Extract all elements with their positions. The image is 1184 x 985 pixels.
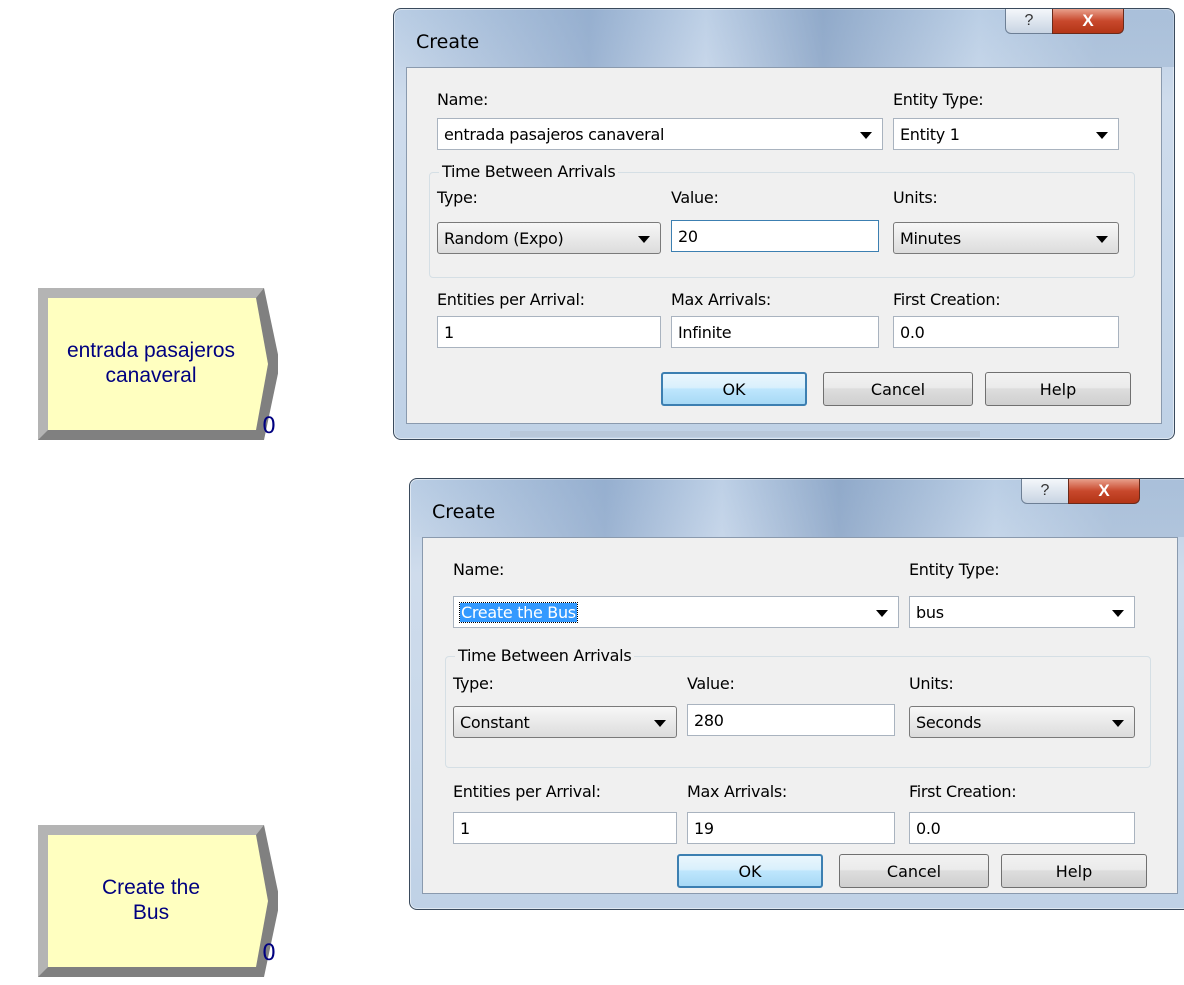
name-label: Name: (437, 90, 489, 109)
first-creation-input[interactable]: 0.0 (893, 316, 1119, 348)
dialog-body: Name: entrada pasajeros canaveral Entity… (406, 67, 1162, 424)
type-label: Type: (437, 188, 478, 207)
max-arrivals-input[interactable]: Infinite (671, 316, 879, 348)
entity-type-combo[interactable]: Entity 1 (893, 118, 1119, 150)
first-creation-label: First Creation: (909, 782, 1017, 801)
max-arrivals-label: Max Arrivals: (671, 290, 771, 309)
name-label: Name: (453, 560, 505, 579)
group-title: Time Between Arrivals (455, 646, 635, 665)
entity-type-label: Entity Type: (909, 560, 1000, 579)
value-label: Value: (671, 188, 719, 207)
entity-counter: 0 (262, 414, 276, 439)
group-title: Time Between Arrivals (439, 162, 619, 181)
cancel-button[interactable]: Cancel (823, 372, 973, 406)
max-arrivals-value: Infinite (678, 322, 732, 342)
max-arrivals-label: Max Arrivals: (687, 782, 787, 801)
create-module-block[interactable]: entrada pasajeros canaveral 0 (38, 288, 278, 448)
first-creation-value: 0.0 (916, 818, 941, 838)
entities-per-arrival-value: 1 (444, 322, 454, 342)
type-select[interactable]: Constant (453, 706, 677, 738)
name-combo[interactable]: entrada pasajeros canaveral (437, 118, 883, 150)
units-select[interactable]: Seconds (909, 706, 1135, 738)
block-label: Create the Bus (101, 876, 201, 924)
ok-button[interactable]: OK (661, 372, 807, 406)
name-combo[interactable]: Create the Bus (453, 596, 899, 628)
create-dialog: Create ? X Name: Create the Bus Entity T… (409, 478, 1184, 910)
help-icon[interactable]: ? (1021, 479, 1069, 504)
create-module-block[interactable]: Create the Bus 0 (38, 825, 278, 985)
entities-per-arrival-label: Entities per Arrival: (453, 782, 601, 801)
value-input[interactable]: 20 (671, 220, 879, 252)
first-creation-value: 0.0 (900, 322, 925, 342)
value-label: Value: (687, 674, 735, 693)
units-value: Seconds (916, 712, 982, 732)
background-window-edge (510, 431, 980, 437)
entities-per-arrival-input[interactable]: 1 (453, 812, 677, 844)
entity-type-label: Entity Type: (893, 90, 984, 109)
first-creation-label: First Creation: (893, 290, 1001, 309)
cancel-button[interactable]: Cancel (839, 854, 989, 888)
value-text: 280 (694, 710, 724, 730)
entity-type-combo[interactable]: bus (909, 596, 1135, 628)
name-value: entrada pasajeros canaveral (444, 124, 665, 144)
value-text: 20 (678, 226, 698, 246)
entity-type-value: bus (916, 602, 944, 622)
units-label: Units: (893, 188, 938, 207)
dialog-title: Create (416, 31, 480, 53)
max-arrivals-value: 19 (694, 818, 714, 838)
close-icon[interactable]: X (1052, 9, 1124, 34)
entities-per-arrival-input[interactable]: 1 (437, 316, 661, 348)
units-label: Units: (909, 674, 954, 693)
type-value: Constant (460, 712, 530, 732)
value-input[interactable]: 280 (687, 704, 895, 736)
first-creation-input[interactable]: 0.0 (909, 812, 1135, 844)
dialog-body: Name: Create the Bus Entity Type: bus Ti… (422, 537, 1178, 894)
ok-button[interactable]: OK (677, 854, 823, 888)
units-value: Minutes (900, 228, 961, 248)
close-icon[interactable]: X (1068, 479, 1140, 504)
name-value: Create the Bus (459, 601, 578, 623)
dialog-title: Create (432, 501, 496, 523)
entities-per-arrival-label: Entities per Arrival: (437, 290, 585, 309)
help-icon[interactable]: ? (1005, 9, 1053, 34)
max-arrivals-input[interactable]: 19 (687, 812, 895, 844)
help-button[interactable]: Help (985, 372, 1131, 406)
type-select[interactable]: Random (Expo) (437, 222, 661, 254)
help-button[interactable]: Help (1001, 854, 1147, 888)
create-dialog: Create ? X Name: entrada pasajeros canav… (393, 8, 1175, 440)
type-label: Type: (453, 674, 494, 693)
units-select[interactable]: Minutes (893, 222, 1119, 254)
type-value: Random (Expo) (444, 228, 564, 248)
block-label: entrada pasajeros canaveral (66, 339, 236, 387)
entity-type-value: Entity 1 (900, 124, 960, 144)
entity-counter: 0 (262, 941, 276, 966)
entities-per-arrival-value: 1 (460, 818, 470, 838)
